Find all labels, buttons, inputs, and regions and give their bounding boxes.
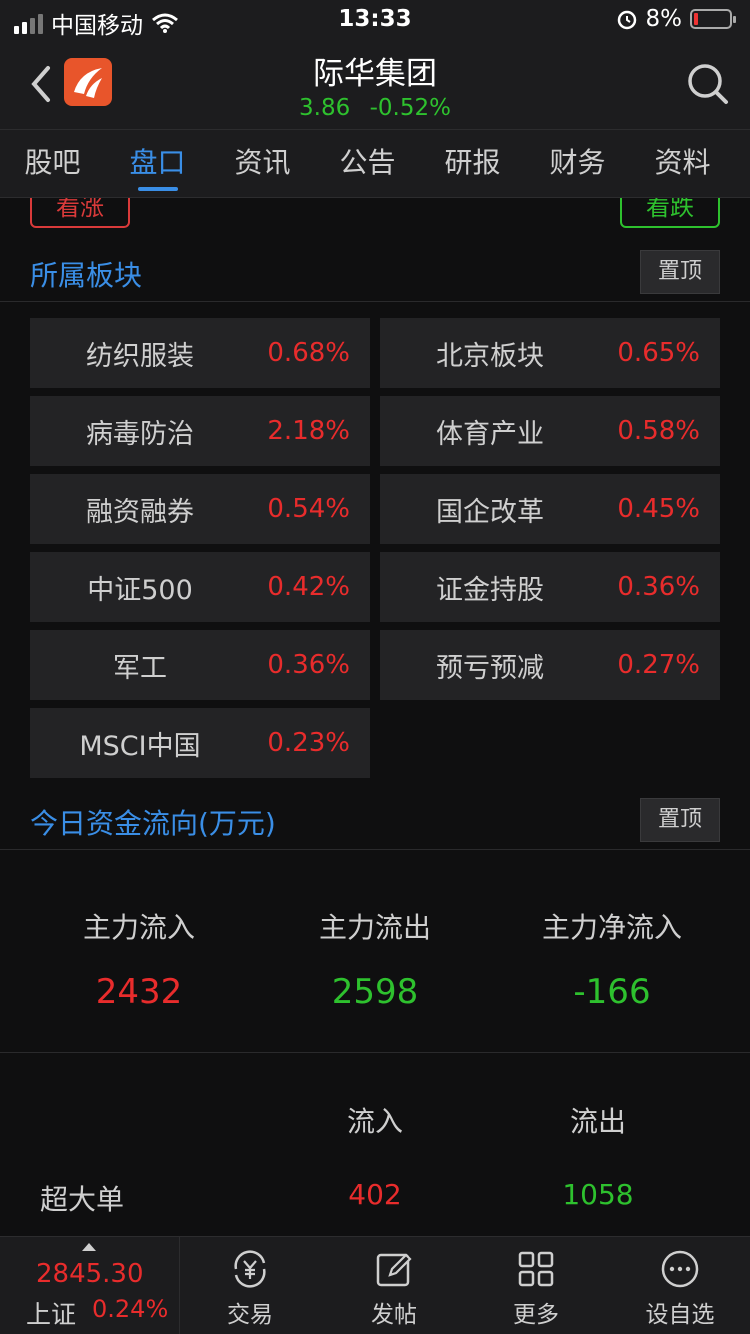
- tab-news[interactable]: 资讯: [210, 130, 315, 197]
- status-bar: 中国移动 13:33 8%: [0, 0, 750, 40]
- logo-mark-icon: [74, 68, 102, 98]
- index-name: 上证: [26, 1300, 77, 1329]
- main-inflow-value: 2432: [95, 972, 183, 1012]
- sector-item[interactable]: 体育产业 0.58%: [380, 396, 720, 466]
- sector-pct: 0.42%: [267, 572, 350, 602]
- stock-name: 际华集团: [313, 56, 437, 92]
- nav-trade[interactable]: 交易: [190, 1247, 310, 1329]
- main-net-inflow-label: 主力净流入: [541, 911, 682, 944]
- tab-bar: 股吧 盘口 资讯 公告 研报 财务 资料: [0, 130, 750, 198]
- sector-item[interactable]: 证金持股 0.36%: [380, 552, 720, 622]
- sector-pct: 0.68%: [267, 338, 350, 368]
- sectors-pin-button[interactable]: 置顶: [640, 250, 720, 294]
- edit-post-icon: [376, 1253, 412, 1287]
- sector-name: 证金持股: [436, 574, 544, 606]
- index-ticker[interactable]: 2845.30 上证 0.24%: [0, 1237, 180, 1334]
- main-inflow-label: 主力流入: [82, 911, 195, 944]
- sector-name: 军工: [113, 652, 167, 684]
- index-pct: 0.24%: [92, 1295, 169, 1323]
- sector-pct: 0.27%: [617, 650, 700, 680]
- divider: [0, 1052, 750, 1053]
- super-large-outflow: 1058: [562, 1178, 634, 1211]
- sector-item[interactable]: MSCI中国 0.23%: [30, 708, 370, 778]
- sector-item[interactable]: 军工 0.36%: [30, 630, 370, 700]
- sector-item[interactable]: 融资融券 0.54%: [30, 474, 370, 544]
- sector-pct: 0.36%: [267, 650, 350, 680]
- nav-label: 设自选: [645, 1302, 715, 1328]
- fund-flow-title: 今日资金流向(万元): [30, 807, 276, 840]
- search-icon[interactable]: [686, 62, 730, 106]
- alarm-icon: [617, 10, 636, 30]
- sector-pct: 0.45%: [617, 494, 700, 524]
- ellipsis-circle-icon: [661, 1250, 699, 1288]
- sector-name: 北京板块: [436, 340, 544, 372]
- sector-item[interactable]: 纺织服装 0.68%: [30, 318, 370, 388]
- nav-label: 发帖: [371, 1302, 417, 1328]
- stock-change: -0.52%: [369, 95, 451, 121]
- sector-name: 纺织服装: [86, 340, 194, 372]
- main-outflow-value: 2598: [331, 972, 419, 1012]
- sector-pct: 0.36%: [617, 572, 700, 602]
- col-header-inflow: 流入: [346, 1105, 403, 1138]
- tab-finance[interactable]: 财务: [525, 130, 630, 197]
- tab-pankou[interactable]: 盘口: [105, 130, 210, 197]
- wifi-icon: [152, 13, 178, 33]
- sector-name: MSCI中国: [79, 730, 201, 762]
- tab-guba[interactable]: 股吧: [0, 130, 105, 197]
- sector-pct: 0.58%: [617, 416, 700, 446]
- stock-header: 际华集团 3.86 -0.52%: [0, 40, 750, 130]
- bottom-bar: 2845.30 上证 0.24% 交易 发帖 更多 设自选: [0, 1236, 750, 1334]
- col-header-outflow: 流出: [569, 1105, 626, 1138]
- sector-name: 国企改革: [436, 496, 544, 528]
- super-large-inflow: 402: [348, 1178, 402, 1211]
- sector-item[interactable]: 国企改革 0.45%: [380, 474, 720, 544]
- grid-more-icon: [518, 1251, 554, 1287]
- row-label-super-large: 超大单: [40, 1183, 125, 1216]
- sector-name: 预亏预减: [436, 652, 544, 684]
- battery-percent: 8%: [645, 6, 683, 32]
- expand-up-icon: [82, 1243, 96, 1251]
- sectors-title: 所属板块: [30, 259, 143, 292]
- nav-label: 更多: [513, 1302, 559, 1328]
- fund-flow-pin-button[interactable]: 置顶: [640, 798, 720, 842]
- vote-down-button[interactable]: 看跌: [620, 198, 720, 228]
- signal-icon: [14, 12, 43, 34]
- sector-pct: 0.65%: [617, 338, 700, 368]
- tab-announcements[interactable]: 公告: [315, 130, 420, 197]
- sector-item[interactable]: 中证500 0.42%: [30, 552, 370, 622]
- index-value: 2845.30: [36, 1259, 144, 1289]
- sector-pct: 0.54%: [267, 494, 350, 524]
- tab-profile[interactable]: 资料: [630, 130, 735, 197]
- nav-more[interactable]: 更多: [476, 1247, 596, 1329]
- nav-post[interactable]: 发帖: [334, 1247, 454, 1329]
- battery-icon: [690, 9, 736, 29]
- main-net-inflow-value: -166: [573, 972, 651, 1012]
- sector-name: 融资融券: [86, 496, 194, 528]
- nav-add-watchlist[interactable]: 设自选: [620, 1247, 740, 1329]
- pankou-content[interactable]: 看涨 看跌 所属板块 置顶 纺织服装 0.68% 北京板块 0.65% 病毒防治…: [0, 198, 750, 1236]
- sector-name: 病毒防治: [86, 418, 194, 450]
- sectors-section-header: 所属板块 置顶: [0, 246, 750, 302]
- app-logo[interactable]: [64, 58, 112, 106]
- stock-price: 3.86: [299, 95, 351, 121]
- vote-up-button[interactable]: 看涨: [30, 198, 130, 228]
- tab-research[interactable]: 研报: [420, 130, 525, 197]
- sector-item[interactable]: 北京板块 0.65%: [380, 318, 720, 388]
- sector-pct: 2.18%: [267, 416, 350, 446]
- sector-name: 体育产业: [436, 418, 544, 450]
- sector-pct: 0.23%: [267, 728, 350, 758]
- fund-flow-section-header: 今日资金流向(万元) 置顶: [0, 794, 750, 850]
- sector-item[interactable]: 病毒防治 2.18%: [30, 396, 370, 466]
- back-chevron-icon[interactable]: [26, 62, 56, 106]
- carrier-name: 中国移动: [51, 13, 143, 39]
- main-outflow-label: 主力流出: [318, 911, 431, 944]
- sector-name: 中证500: [87, 574, 193, 606]
- yuan-cycle-icon: [234, 1250, 266, 1288]
- sector-item[interactable]: 预亏预减 0.27%: [380, 630, 720, 700]
- nav-label: 交易: [227, 1302, 273, 1328]
